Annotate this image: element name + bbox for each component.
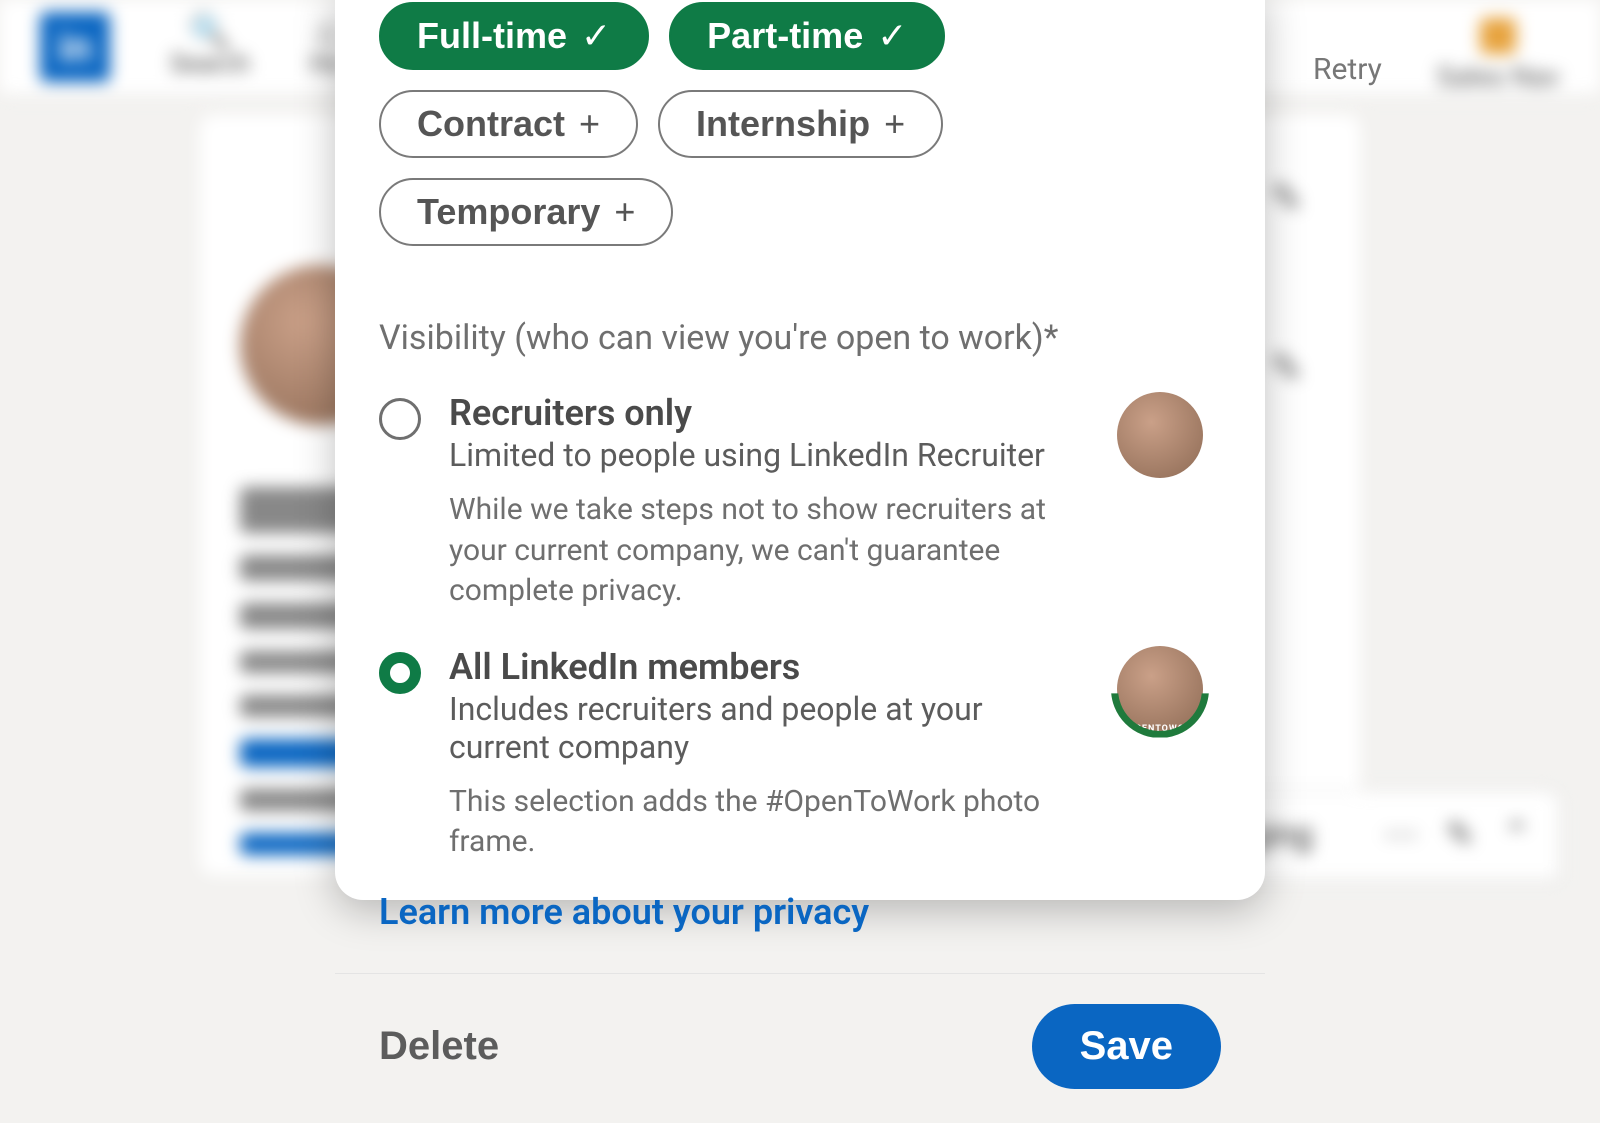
option-avatar-preview bbox=[1117, 392, 1203, 478]
chip-contract[interactable]: Contract + bbox=[379, 90, 638, 158]
delete-button[interactable]: Delete bbox=[379, 1024, 499, 1069]
chip-label: Part-time bbox=[707, 18, 863, 54]
option-subtitle: Includes recruiters and people at your c… bbox=[449, 690, 1089, 766]
modal-footer: Delete Save bbox=[335, 973, 1265, 1123]
check-icon: ✓ bbox=[877, 18, 907, 54]
option-body: Recruiters only Limited to people using … bbox=[449, 392, 1089, 612]
chip-temporary[interactable]: Temporary + bbox=[379, 178, 673, 246]
plus-icon: + bbox=[614, 194, 635, 230]
radio-all-members[interactable] bbox=[379, 652, 421, 694]
job-type-chips: Full-time ✓ Part-time ✓ Contract + Inter… bbox=[335, 0, 1265, 274]
option-note: This selection adds the #OpenToWork phot… bbox=[449, 782, 1089, 863]
visibility-option-recruiters[interactable]: Recruiters only Limited to people using … bbox=[335, 358, 1265, 612]
chip-label: Internship bbox=[696, 106, 870, 142]
option-body: All LinkedIn members Includes recruiters… bbox=[449, 646, 1089, 863]
option-title: Recruiters only bbox=[449, 392, 1089, 434]
chip-label: Contract bbox=[417, 106, 565, 142]
modal-overlay: Full-time ✓ Part-time ✓ Contract + Inter… bbox=[0, 0, 1600, 900]
option-title: All LinkedIn members bbox=[449, 646, 1089, 688]
chip-internship[interactable]: Internship + bbox=[658, 90, 943, 158]
chip-full-time[interactable]: Full-time ✓ bbox=[379, 2, 649, 70]
plus-icon: + bbox=[884, 106, 905, 142]
check-icon: ✓ bbox=[581, 18, 611, 54]
open-to-work-tag: #OPENTOWORK bbox=[1122, 724, 1199, 734]
save-button[interactable]: Save bbox=[1032, 1004, 1221, 1089]
plus-icon: + bbox=[579, 106, 600, 142]
chip-label: Temporary bbox=[417, 194, 600, 230]
radio-recruiters[interactable] bbox=[379, 398, 421, 440]
chip-part-time[interactable]: Part-time ✓ bbox=[669, 2, 945, 70]
chip-label: Full-time bbox=[417, 18, 567, 54]
visibility-heading: Visibility (who can view you're open to … bbox=[335, 274, 1265, 358]
visibility-option-all[interactable]: All LinkedIn members Includes recruiters… bbox=[335, 612, 1265, 863]
option-note: While we take steps not to show recruite… bbox=[449, 490, 1089, 612]
open-to-work-modal: Full-time ✓ Part-time ✓ Contract + Inter… bbox=[335, 0, 1265, 900]
option-subtitle: Limited to people using LinkedIn Recruit… bbox=[449, 436, 1089, 474]
option-avatar-preview-framed: #OPENTOWORK bbox=[1117, 646, 1203, 732]
privacy-link[interactable]: Learn more about your privacy bbox=[335, 863, 1265, 973]
